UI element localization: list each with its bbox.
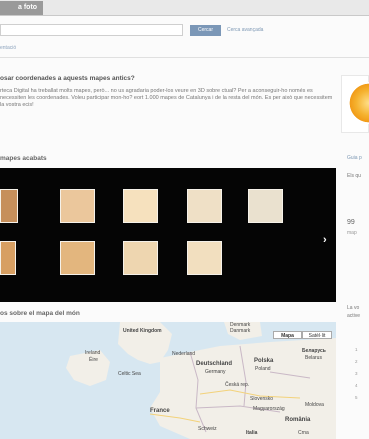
map-label: Nederland bbox=[172, 351, 196, 357]
map-thumbnail[interactable] bbox=[60, 189, 95, 223]
top-bar bbox=[0, 0, 369, 16]
ranking-number: 3 bbox=[355, 371, 358, 376]
map-label: Deutschland bbox=[196, 361, 233, 367]
map-label: Celtic Sea bbox=[118, 371, 141, 377]
map-label: Ireland bbox=[85, 350, 101, 356]
divider bbox=[0, 57, 369, 58]
map-thumbnail[interactable] bbox=[0, 241, 16, 275]
ranking-number: 2 bbox=[355, 359, 358, 364]
map-label: Danmark bbox=[230, 328, 251, 334]
map-label: Italia bbox=[246, 430, 258, 436]
finished-maps-gallery bbox=[0, 168, 336, 302]
map-thumbnail[interactable] bbox=[248, 189, 283, 223]
map-label: România bbox=[285, 417, 311, 423]
sidebar-link-guide[interactable]: Guia p bbox=[347, 155, 362, 161]
map-label: Éire bbox=[89, 357, 98, 363]
breadcrumb[interactable]: entació bbox=[0, 45, 16, 51]
map-label: Crna bbox=[298, 430, 309, 436]
section-title-finished: mapes acabats bbox=[0, 155, 47, 162]
section-title-question: osar coordenades a aquests mapes antics? bbox=[0, 75, 135, 82]
map-label: Schweiz bbox=[198, 426, 217, 432]
chevron-right-icon[interactable]: › bbox=[323, 234, 327, 246]
stat-label: map bbox=[347, 230, 357, 236]
advanced-search-link[interactable]: Cerca avançada bbox=[227, 25, 263, 36]
map-label: France bbox=[150, 408, 170, 414]
map-label: Poland bbox=[255, 366, 271, 372]
map-label: Беларусь bbox=[302, 348, 326, 354]
map-thumbnail[interactable] bbox=[123, 189, 158, 223]
tab-foto[interactable]: a foto bbox=[0, 1, 43, 15]
map-thumbnail[interactable] bbox=[123, 241, 158, 275]
ranking-number: 5 bbox=[355, 395, 358, 400]
sun-logo-icon bbox=[345, 82, 369, 124]
stat-value: 99 bbox=[347, 219, 355, 226]
search-input[interactable] bbox=[0, 24, 183, 36]
map-thumbnail[interactable] bbox=[187, 189, 222, 223]
map-thumbnail[interactable] bbox=[60, 241, 95, 275]
intro-text: rteca Digital ha treballat molts mapes, … bbox=[0, 88, 333, 108]
ranking-number: 4 bbox=[355, 383, 358, 388]
map-label: United Kingdom bbox=[123, 328, 162, 334]
map-label: Polska bbox=[254, 358, 274, 364]
satellite-view-button[interactable]: Satèl·lit bbox=[302, 331, 332, 339]
map-label: Česká rep. bbox=[225, 382, 250, 388]
search-row: Cercar Cerca avançada bbox=[0, 24, 369, 38]
sidebar-text: active bbox=[347, 313, 361, 319]
map-thumbnail[interactable] bbox=[187, 241, 222, 275]
section-title-world-map: os sobre el mapa del món bbox=[0, 310, 80, 317]
map-thumbnail[interactable] bbox=[0, 189, 18, 223]
map-label: Belarus bbox=[305, 355, 322, 361]
search-button[interactable]: Cercar bbox=[190, 25, 221, 36]
map-label: Moldova bbox=[305, 402, 324, 408]
map-label: Slovensko bbox=[250, 396, 274, 402]
map-label: Magyarország bbox=[253, 406, 285, 412]
sidebar-text: La vo bbox=[347, 305, 360, 311]
sidebar-text: Els qu bbox=[347, 173, 361, 179]
ranking-number: 1 bbox=[355, 347, 358, 352]
map-view-button[interactable]: Mapa bbox=[273, 331, 302, 339]
map-label: Germany bbox=[205, 369, 226, 375]
